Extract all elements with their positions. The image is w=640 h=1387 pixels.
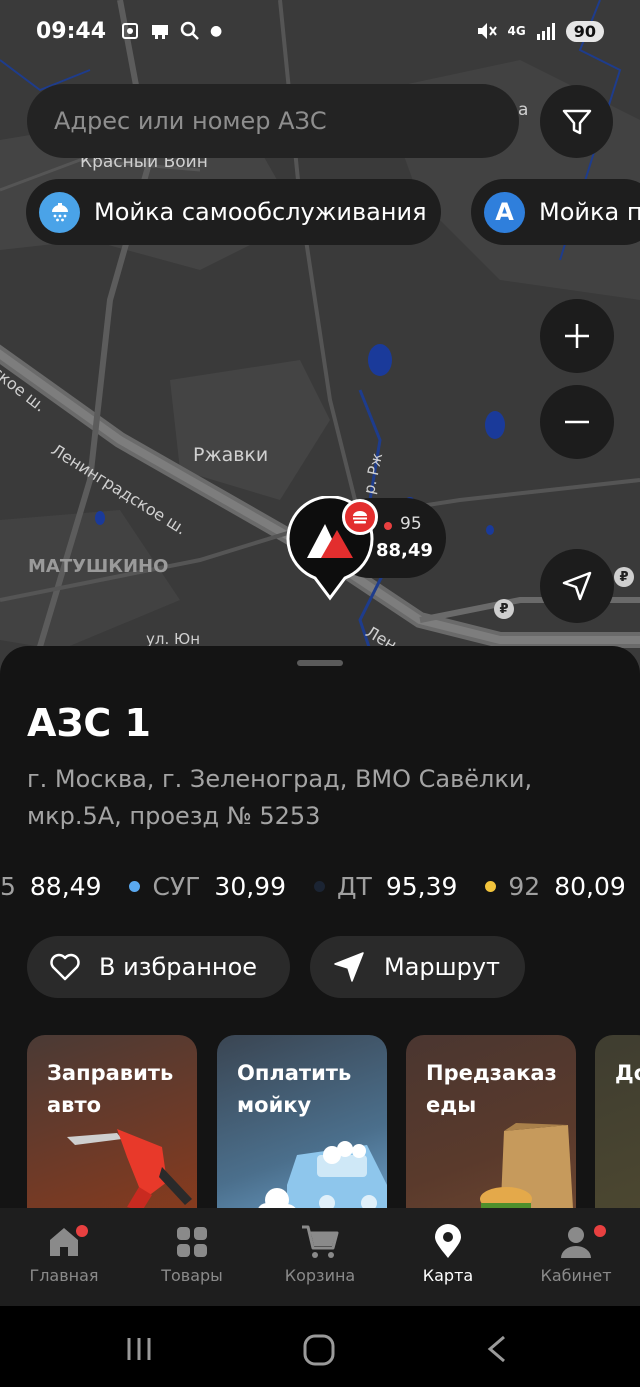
car-wash-icon <box>258 1141 387 1208</box>
cart-icon <box>302 1225 339 1258</box>
navigation-arrow-icon <box>562 571 592 601</box>
tab-products[interactable]: Товары <box>128 1208 256 1306</box>
card-title-line: Заправить <box>47 1061 174 1085</box>
navigation-arrow-icon <box>334 952 364 982</box>
fuel-price-item: 5 88,49 <box>0 872 101 901</box>
fuel-name: ДТ <box>337 871 372 901</box>
zoom-out-button[interactable] <box>540 385 614 459</box>
tab-label: Товары <box>161 1266 223 1285</box>
screenshot-icon <box>122 23 139 39</box>
card-preorder-food[interactable]: Предзаказ еды <box>406 1035 576 1208</box>
fuel-price-item: 92 80,09 <box>485 871 626 901</box>
card-title-line: До <box>615 1061 640 1085</box>
card-title-line: авто <box>47 1093 102 1117</box>
card-title-line: еды <box>426 1093 477 1117</box>
fuel-name: СУГ <box>152 871 201 901</box>
station-title: АЗС 1 <box>27 701 151 745</box>
map-label-top-right: а <box>518 100 529 120</box>
search-icon <box>180 21 199 40</box>
rub-marker-icon[interactable]: ₽ <box>614 567 634 587</box>
network-type: 4G <box>507 24 526 38</box>
fuel-prices-row[interactable]: 5 88,49 СУГ 30,99 ДТ 95,39 92 80,09 <box>0 866 640 906</box>
tab-label: Кабинет <box>540 1266 612 1285</box>
tab-label: Корзина <box>284 1266 356 1285</box>
chip-self-service-wash[interactable]: Мойка самообслуживания <box>26 179 441 245</box>
mute-icon <box>477 23 497 39</box>
card-title-line: Предзаказ <box>426 1061 557 1085</box>
chip-label: Мойка самообслуживания <box>94 198 427 226</box>
fuel-value: 30,99 <box>214 871 286 901</box>
add-to-favorites-button[interactable]: В избранное <box>27 936 290 998</box>
notification-icon <box>152 25 169 39</box>
shower-icon <box>39 191 80 233</box>
map-label-matushkino: МАТУШКИНО <box>28 556 169 577</box>
route-label: Маршрут <box>384 953 501 981</box>
fuel-dot <box>314 880 325 892</box>
card-refuel[interactable]: Заправить авто <box>27 1035 197 1208</box>
back-icon[interactable] <box>484 1334 512 1364</box>
favorite-label: В избранное <box>99 953 258 981</box>
notification-badge <box>594 1225 606 1237</box>
route-button[interactable]: Маршрут <box>310 936 525 998</box>
marker-price: 88,49 <box>376 540 433 561</box>
grid-icon <box>177 1227 207 1257</box>
filter-button[interactable] <box>540 85 613 158</box>
chip-wash-2[interactable]: A Мойка п <box>471 179 640 245</box>
home-button-icon[interactable] <box>301 1332 337 1368</box>
fuel-value: 95,39 <box>385 871 458 901</box>
filter-icon <box>562 109 591 134</box>
battery-indicator: 90 <box>565 20 604 42</box>
food-badge-icon <box>342 499 378 535</box>
user-icon <box>561 1227 591 1258</box>
plus-icon <box>565 324 589 348</box>
map-label-rzhavki: Ржавки <box>193 444 269 466</box>
tab-home[interactable]: Главная <box>0 1208 128 1306</box>
tab-label: Карта <box>422 1266 474 1285</box>
notification-badge <box>76 1225 88 1237</box>
signal-icon <box>536 23 555 40</box>
fuel-name: 5 <box>0 871 16 901</box>
tab-account[interactable]: Кабинет <box>512 1208 640 1306</box>
tab-label: Главная <box>29 1266 99 1285</box>
recent-apps-icon[interactable] <box>124 1334 154 1364</box>
fuel-dot <box>384 522 392 530</box>
card-title-line: Оплатить <box>237 1061 352 1085</box>
fuel-value: 80,09 <box>554 871 626 901</box>
rub-marker-icon[interactable]: ₽ <box>494 599 514 619</box>
map-pin-icon <box>435 1224 461 1258</box>
card-title-line: мойку <box>237 1093 312 1117</box>
my-location-button[interactable] <box>540 549 614 623</box>
fuel-value: 88,49 <box>29 871 102 901</box>
bottom-navigation: Главная Товары Корзина Карта Кабинет <box>0 1208 640 1306</box>
tab-cart[interactable]: Корзина <box>256 1208 384 1306</box>
zoom-in-button[interactable] <box>540 299 614 373</box>
letter-a-icon: A <box>484 191 525 233</box>
status-bar: 09:44 ● 4G 90 <box>0 0 640 62</box>
system-navigation-bar <box>0 1306 640 1387</box>
fuel-name: 92 <box>508 871 541 901</box>
fuel-price-item: СУГ 30,99 <box>129 872 286 901</box>
chip-label: Мойка п <box>539 198 640 226</box>
station-address: г. Москва, г. Зеленоград, ВМО Савёлки, м… <box>27 765 533 830</box>
heart-icon <box>50 953 80 981</box>
fuel-dot <box>485 880 497 892</box>
dot-icon: ● <box>210 23 223 39</box>
sheet-handle[interactable] <box>297 660 343 666</box>
fuel-dot <box>129 880 141 892</box>
card-more[interactable]: До <box>595 1035 640 1208</box>
search-input[interactable]: Адрес или номер АЗС <box>27 84 519 158</box>
fuel-nozzle-icon <box>67 1129 192 1208</box>
station-sheet: АЗС 1 г. Москва, г. Зеленоград, ВМО Савё… <box>0 646 640 1208</box>
tab-map[interactable]: Карта <box>384 1208 512 1306</box>
marker-fuel-type: 95 <box>400 514 422 534</box>
card-pay-wash[interactable]: Оплатить мойку <box>217 1035 387 1208</box>
minus-icon <box>565 420 589 424</box>
food-bag-icon <box>480 1123 573 1208</box>
fuel-price-item: ДТ 95,39 <box>314 872 457 901</box>
status-time: 09:44 <box>36 18 107 44</box>
